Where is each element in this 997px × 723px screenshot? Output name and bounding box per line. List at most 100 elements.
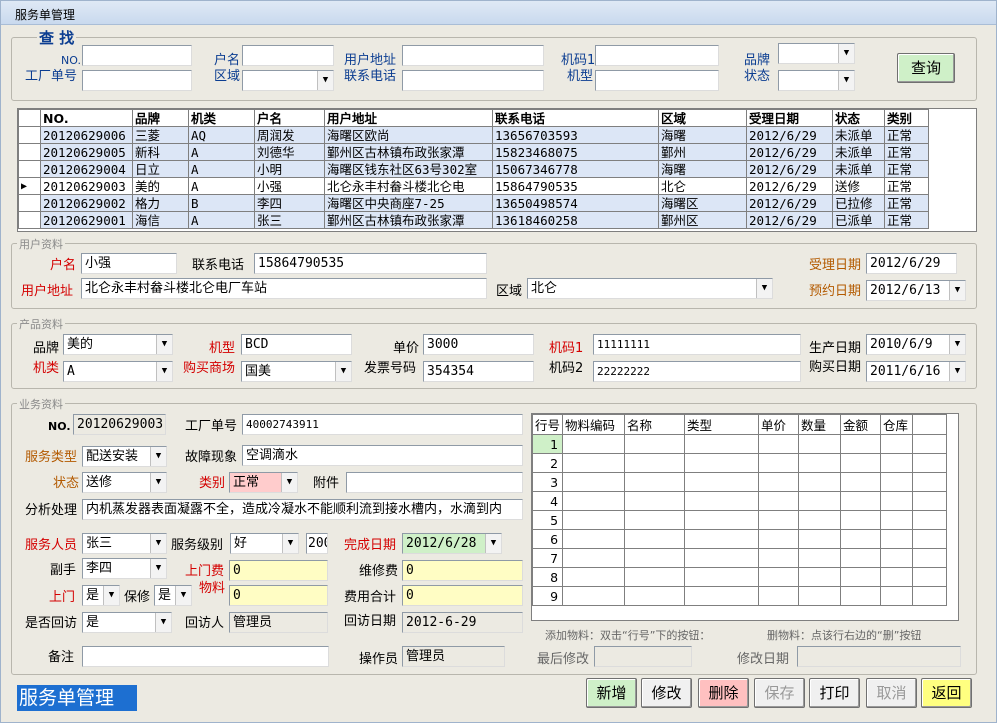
- material-cell[interactable]: [758, 567, 800, 587]
- row-selector[interactable]: [18, 211, 41, 229]
- search-model-input[interactable]: [595, 70, 719, 91]
- grid-cell[interactable]: 20120629003: [40, 177, 133, 195]
- material-cell[interactable]: [562, 453, 626, 473]
- grid-cell[interactable]: 正常: [884, 211, 929, 229]
- material-cell[interactable]: [684, 567, 760, 587]
- grid-cell[interactable]: 海信: [132, 211, 189, 229]
- material-row-number-button[interactable]: 3: [532, 472, 564, 492]
- material-cell[interactable]: [880, 510, 914, 530]
- search-address-input[interactable]: [402, 45, 544, 66]
- material-cell[interactable]: [912, 586, 948, 606]
- material-cell[interactable]: [624, 548, 686, 568]
- grid-cell[interactable]: 小强: [254, 177, 325, 195]
- grid-cell[interactable]: 正常: [884, 160, 929, 178]
- material-cell[interactable]: [624, 529, 686, 549]
- material-cell[interactable]: [798, 529, 842, 549]
- search-owner-input[interactable]: [242, 45, 334, 66]
- appoint-date-input[interactable]: 2012/6/13 ▼: [866, 280, 966, 301]
- grid-cell[interactable]: 2012/6/29: [746, 177, 833, 195]
- table-row[interactable]: 20120629001 海信 A 张三 鄞州区古林镇布政张家潭 13618460258 鄞州…: [18, 211, 929, 229]
- chevron-down-icon[interactable]: ▼: [175, 586, 191, 605]
- user-address-input[interactable]: 北仑永丰村畚斗楼北仑电厂车站: [81, 278, 487, 299]
- table-row[interactable]: 20120629006 三菱 AQ 周润发 海曙区欧尚 13656703593 海曙 2012…: [18, 126, 929, 144]
- material-cell[interactable]: [684, 491, 760, 511]
- material-cell[interactable]: [912, 529, 948, 549]
- grid-header-1[interactable]: 品牌: [132, 109, 189, 127]
- material-cell[interactable]: [562, 434, 626, 454]
- grid-cell[interactable]: 海曙: [658, 160, 747, 178]
- material-row[interactable]: 3: [532, 472, 948, 492]
- material-cell[interactable]: [840, 472, 882, 492]
- grid-cell[interactable]: 2012/6/29: [746, 194, 833, 212]
- grid-cell[interactable]: 海曙: [658, 126, 747, 144]
- chevron-down-icon[interactable]: ▼: [756, 279, 772, 298]
- invoice-input[interactable]: 354354: [423, 361, 534, 382]
- assist-select[interactable]: 李四 ▼: [82, 558, 167, 579]
- material-cell[interactable]: [840, 548, 882, 568]
- grid-cell[interactable]: 李四: [254, 194, 325, 212]
- search-factory-input[interactable]: [82, 70, 192, 91]
- material-cell[interactable]: [758, 548, 800, 568]
- material-cell[interactable]: [798, 510, 842, 530]
- grid-cell[interactable]: 2012/6/29: [746, 126, 833, 144]
- search-no-input[interactable]: [82, 45, 192, 66]
- material-cell[interactable]: [624, 586, 686, 606]
- material-cell[interactable]: [624, 510, 686, 530]
- grid-header-2[interactable]: 机类: [188, 109, 255, 127]
- chevron-down-icon[interactable]: ▼: [156, 335, 172, 354]
- grid-cell[interactable]: A: [188, 143, 255, 161]
- material-row-number-button[interactable]: 6: [532, 529, 564, 549]
- material-cell[interactable]: [758, 434, 800, 454]
- records-grid[interactable]: NO. 品牌 机类 户名 用户地址 联系电话 区域 受理日期 状态 类别 20120629006 三…: [17, 108, 977, 232]
- visit-fee-input[interactable]: 0: [229, 560, 328, 581]
- shop-select[interactable]: 国美 ▼: [241, 361, 352, 382]
- material-row-number-button[interactable]: 1: [532, 434, 564, 454]
- material-cell[interactable]: [798, 434, 842, 454]
- grid-cell[interactable]: 13650498574: [492, 194, 659, 212]
- chevron-down-icon[interactable]: ▼: [150, 473, 166, 492]
- material-row-number-button[interactable]: 2: [532, 453, 564, 473]
- note-input[interactable]: [82, 646, 329, 667]
- chevron-down-icon[interactable]: ▼: [949, 281, 965, 300]
- grid-cell[interactable]: 小明: [254, 160, 325, 178]
- material-cell[interactable]: [562, 586, 626, 606]
- material-cell[interactable]: [758, 586, 800, 606]
- chevron-down-icon[interactable]: ▼: [156, 362, 172, 381]
- row-selector[interactable]: [18, 126, 41, 144]
- grid-cell[interactable]: B: [188, 194, 255, 212]
- grid-cell[interactable]: 2012/6/29: [746, 160, 833, 178]
- grid-cell[interactable]: 海曙区欧尚: [324, 126, 493, 144]
- buy-date-input[interactable]: 2011/6/16 ▼: [866, 361, 966, 382]
- attach-input[interactable]: [346, 472, 523, 493]
- material-cell[interactable]: [880, 491, 914, 511]
- grid-cell[interactable]: 未派单: [832, 143, 885, 161]
- delete-button[interactable]: 删除: [698, 678, 749, 708]
- print-button[interactable]: 打印: [809, 678, 860, 708]
- material-cell[interactable]: [912, 548, 948, 568]
- grid-cell[interactable]: AQ: [188, 126, 255, 144]
- grid-cell[interactable]: 周润发: [254, 126, 325, 144]
- material-input[interactable]: 0: [229, 585, 328, 606]
- search-area-select[interactable]: ▼: [242, 70, 334, 91]
- grid-header-8[interactable]: 状态: [832, 109, 885, 127]
- material-cell[interactable]: [798, 567, 842, 587]
- grid-cell[interactable]: 2012/6/29: [746, 143, 833, 161]
- search-status-select[interactable]: ▼: [778, 70, 855, 91]
- chevron-down-icon[interactable]: ▼: [282, 534, 298, 553]
- material-cell[interactable]: [840, 529, 882, 549]
- material-cell[interactable]: [624, 491, 686, 511]
- material-row-number-button[interactable]: 7: [532, 548, 564, 568]
- done-date-input[interactable]: 2012/6/28 ▼: [402, 533, 502, 554]
- material-cell[interactable]: [912, 453, 948, 473]
- material-cell[interactable]: [880, 529, 914, 549]
- grid-cell[interactable]: 北仑永丰村畚斗楼北仑电: [324, 177, 493, 195]
- staff-select[interactable]: 张三 ▼: [82, 533, 167, 554]
- grid-cell[interactable]: 正常: [884, 194, 929, 212]
- grid-cell[interactable]: 15067346778: [492, 160, 659, 178]
- query-button[interactable]: 查询: [897, 53, 955, 83]
- grid-header-3[interactable]: 户名: [254, 109, 325, 127]
- analysis-input[interactable]: 内机蒸发器表面凝露不全，造成冷凝水不能顺利流到接水槽内，水滴到内: [82, 499, 523, 520]
- chevron-down-icon[interactable]: ▼: [150, 534, 166, 553]
- material-row[interactable]: 6: [532, 529, 948, 549]
- grid-cell[interactable]: 15864790535: [492, 177, 659, 195]
